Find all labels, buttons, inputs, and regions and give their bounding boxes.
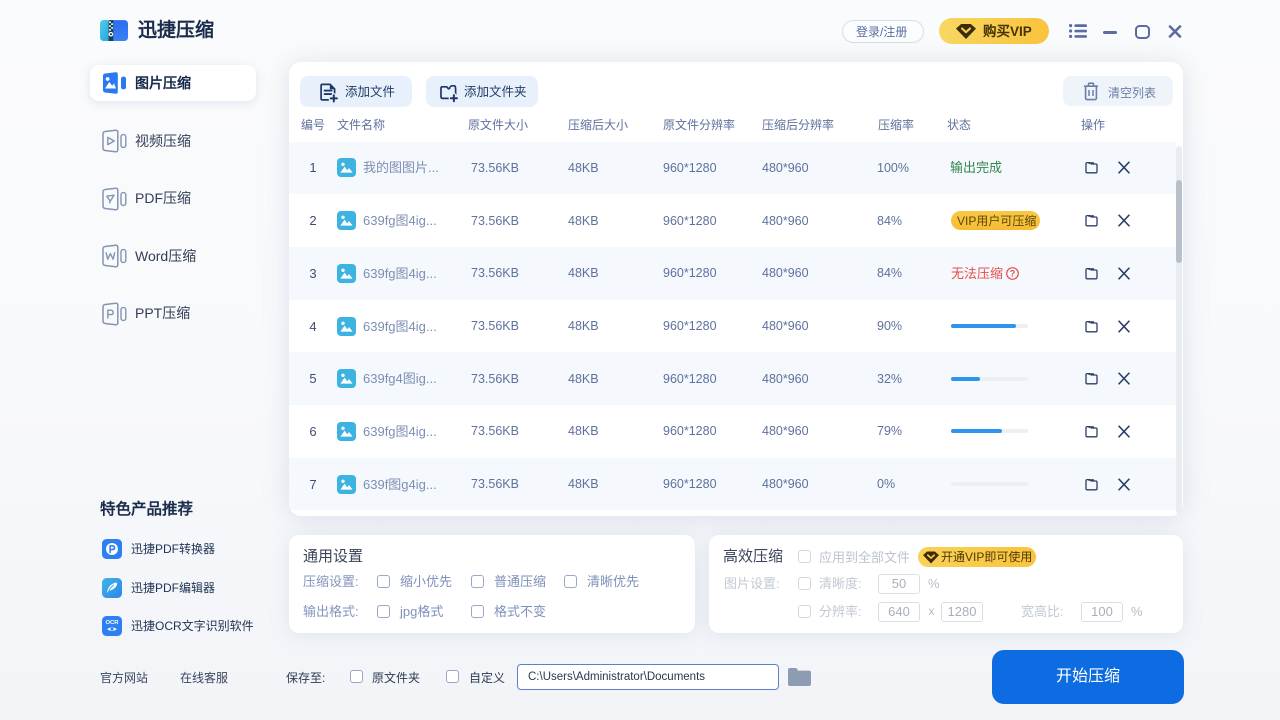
svg-text:?: ?: [1010, 268, 1016, 278]
svg-text:OCR: OCR: [105, 620, 119, 626]
